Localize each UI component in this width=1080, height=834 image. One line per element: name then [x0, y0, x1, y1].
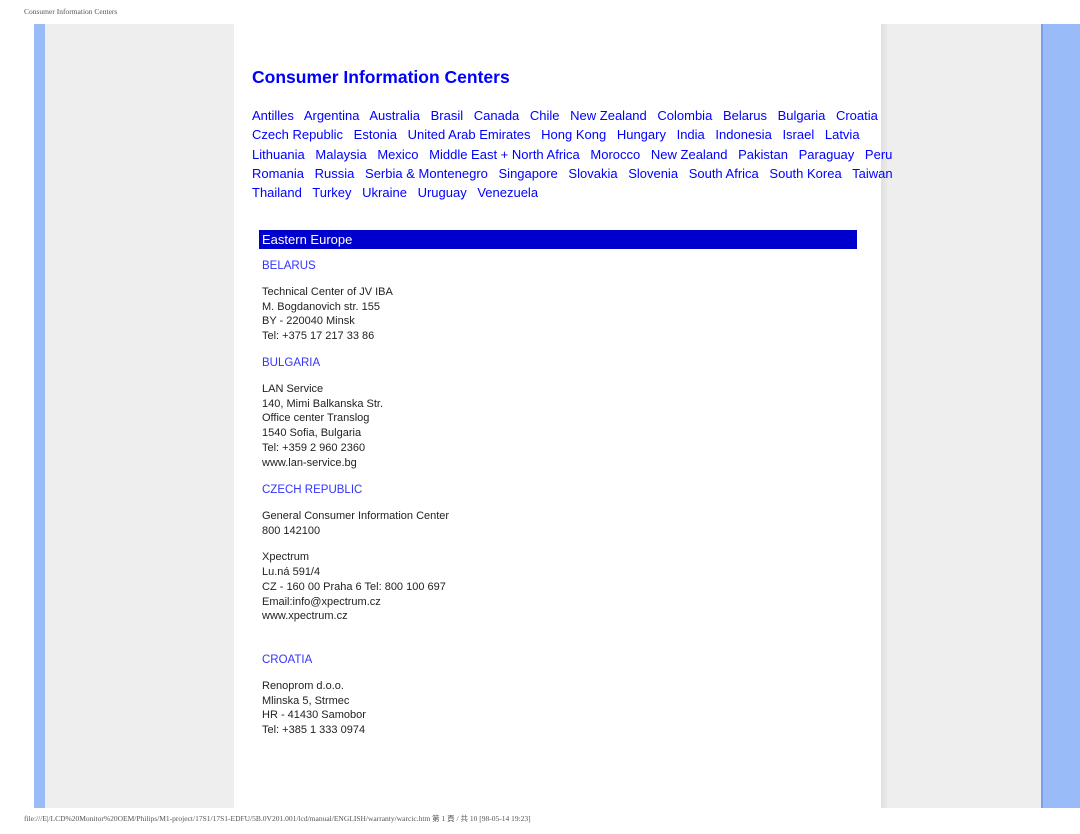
- address-block: Technical Center of JV IBA M. Bogdanovich…: [262, 285, 393, 344]
- address-line: Renoprom d.o.o.: [262, 680, 344, 692]
- country-section: CROATIA Renoprom d.o.o. Mlinska 5, Strmec H…: [262, 653, 366, 738]
- country-link[interactable]: Bulgaria: [778, 108, 826, 123]
- country-link-list: Antilles Argentina Australia Brasil Cana…: [252, 106, 902, 202]
- address-line: Technical Center of JV IBA: [262, 286, 393, 298]
- address-line[interactable]: www.lan-service.bg: [262, 456, 383, 471]
- country-link[interactable]: Latvia: [825, 127, 860, 142]
- country-link[interactable]: Mexico: [377, 147, 418, 162]
- country-link[interactable]: Romania: [252, 166, 304, 181]
- country-heading: BELARUS: [262, 260, 316, 272]
- country-link[interactable]: Uruguay: [418, 185, 467, 200]
- country-link[interactable]: Peru: [865, 147, 892, 162]
- address-line: Tel: +385 1 333 0974: [262, 724, 366, 737]
- country-link[interactable]: Hungary: [617, 127, 666, 142]
- address-line: Tel: +359 2 960 2360: [262, 441, 366, 454]
- country-link[interactable]: Israel: [782, 127, 814, 142]
- country-link[interactable]: Morocco: [590, 147, 640, 162]
- country-link[interactable]: Brasil: [431, 108, 464, 123]
- page-title: Consumer Information Centers: [252, 67, 510, 87]
- right-decorative-stripe: [1041, 24, 1080, 808]
- address-line: 800 142100: [262, 524, 321, 537]
- country-link[interactable]: Turkey: [312, 185, 351, 200]
- right-side-panel: [881, 24, 1042, 808]
- country-link[interactable]: Chile: [530, 108, 560, 123]
- country-link[interactable]: India: [677, 127, 705, 142]
- country-link[interactable]: Argentina: [304, 108, 360, 123]
- address-line: M. Bogdanovich str. 155: [262, 300, 381, 313]
- country-link[interactable]: Thailand: [252, 185, 302, 200]
- country-link[interactable]: Russia: [315, 166, 355, 181]
- address-line: Mlinska 5, Strmec: [262, 694, 350, 707]
- print-footer: file:///E|/LCD%20Monitor%20OEM/Philips/M…: [24, 814, 531, 823]
- country-link[interactable]: Singapore: [499, 166, 558, 181]
- country-link[interactable]: South Korea: [769, 166, 841, 181]
- country-heading: CROATIA: [262, 654, 313, 666]
- address-line: Xpectrum: [262, 551, 310, 564]
- country-link[interactable]: Malaysia: [315, 147, 366, 162]
- address-line: 1540 Sofia, Bulgaria: [262, 427, 362, 440]
- country-link[interactable]: Estonia: [354, 127, 397, 142]
- left-decorative-stripe: [34, 24, 45, 808]
- address-line: 140, Mimi Balkanska Str.: [262, 397, 384, 410]
- country-link[interactable]: Hong Kong: [541, 127, 606, 142]
- country-link[interactable]: Australia: [369, 108, 420, 123]
- address-block: Renoprom d.o.o. Mlinska 5, Strmec HR - 414…: [262, 679, 366, 738]
- country-link[interactable]: South Africa: [689, 166, 759, 181]
- address-line: BY - 220040 Minsk: [262, 315, 355, 328]
- country-link[interactable]: United Arab Emirates: [408, 127, 531, 142]
- country-link[interactable]: Paraguay: [799, 147, 855, 162]
- address-block: General Consumer Information Center 800 1…: [262, 509, 449, 538]
- country-section: BELARUS Technical Center of JV IBA M. Bogd…: [262, 259, 393, 344]
- country-link[interactable]: New Zealand: [570, 108, 647, 123]
- country-section: CZECH REPUBLIC General Consumer Informati…: [262, 483, 449, 624]
- country-section: BULGARIA LAN Service 140, Mimi Balkanska S…: [262, 356, 383, 470]
- country-link[interactable]: Venezuela: [477, 185, 538, 200]
- address-line: LAN Service: [262, 383, 324, 395]
- country-link[interactable]: Slovenia: [628, 166, 678, 181]
- address-line: Office center Translog: [262, 412, 370, 425]
- address-line: Tel: +375 17 217 33 86: [262, 330, 375, 343]
- country-link[interactable]: Middle East + North Africa: [429, 147, 580, 162]
- country-link[interactable]: Czech Republic: [252, 127, 343, 142]
- country-link[interactable]: Slovakia: [568, 166, 617, 181]
- region-header-bar: Eastern Europe: [259, 230, 857, 249]
- country-link[interactable]: Canada: [474, 108, 520, 123]
- country-link[interactable]: Pakistan: [738, 147, 788, 162]
- country-link[interactable]: Ukraine: [362, 185, 407, 200]
- address-block: LAN Service 140, Mimi Balkanska Str. Offic…: [262, 382, 383, 470]
- left-side-panel: [45, 24, 234, 808]
- country-heading: BULGARIA: [262, 357, 321, 369]
- country-link[interactable]: Belarus: [723, 108, 767, 123]
- country-link[interactable]: Colombia: [657, 108, 712, 123]
- address-line: General Consumer Information Center: [262, 510, 450, 522]
- print-header: Consumer Information Centers: [24, 7, 118, 16]
- address-line: Lu.ná 591/4: [262, 566, 321, 579]
- country-link[interactable]: Antilles: [252, 108, 294, 123]
- country-link[interactable]: Indonesia: [715, 127, 771, 142]
- address-line[interactable]: www.xpectrum.cz: [262, 609, 449, 624]
- country-link[interactable]: Lithuania: [252, 147, 305, 162]
- country-link[interactable]: Serbia & Montenegro: [365, 166, 488, 181]
- country-link[interactable]: Croatia: [836, 108, 878, 123]
- address-line: CZ - 160 00 Praha 6 Tel: 800 100 697: [262, 580, 446, 593]
- address-line: HR - 41430 Samobor: [262, 709, 366, 722]
- country-link[interactable]: New Zealand: [651, 147, 728, 162]
- country-heading: CZECH REPUBLIC: [262, 484, 363, 496]
- address-line[interactable]: Email:info@xpectrum.cz: [262, 595, 449, 610]
- country-link[interactable]: Taiwan: [852, 166, 892, 181]
- address-block: Xpectrum Lu.ná 591/4 CZ - 160 00 Praha 6 T…: [262, 550, 449, 624]
- main-content: Consumer Information Centers Antilles Ar…: [252, 66, 893, 202]
